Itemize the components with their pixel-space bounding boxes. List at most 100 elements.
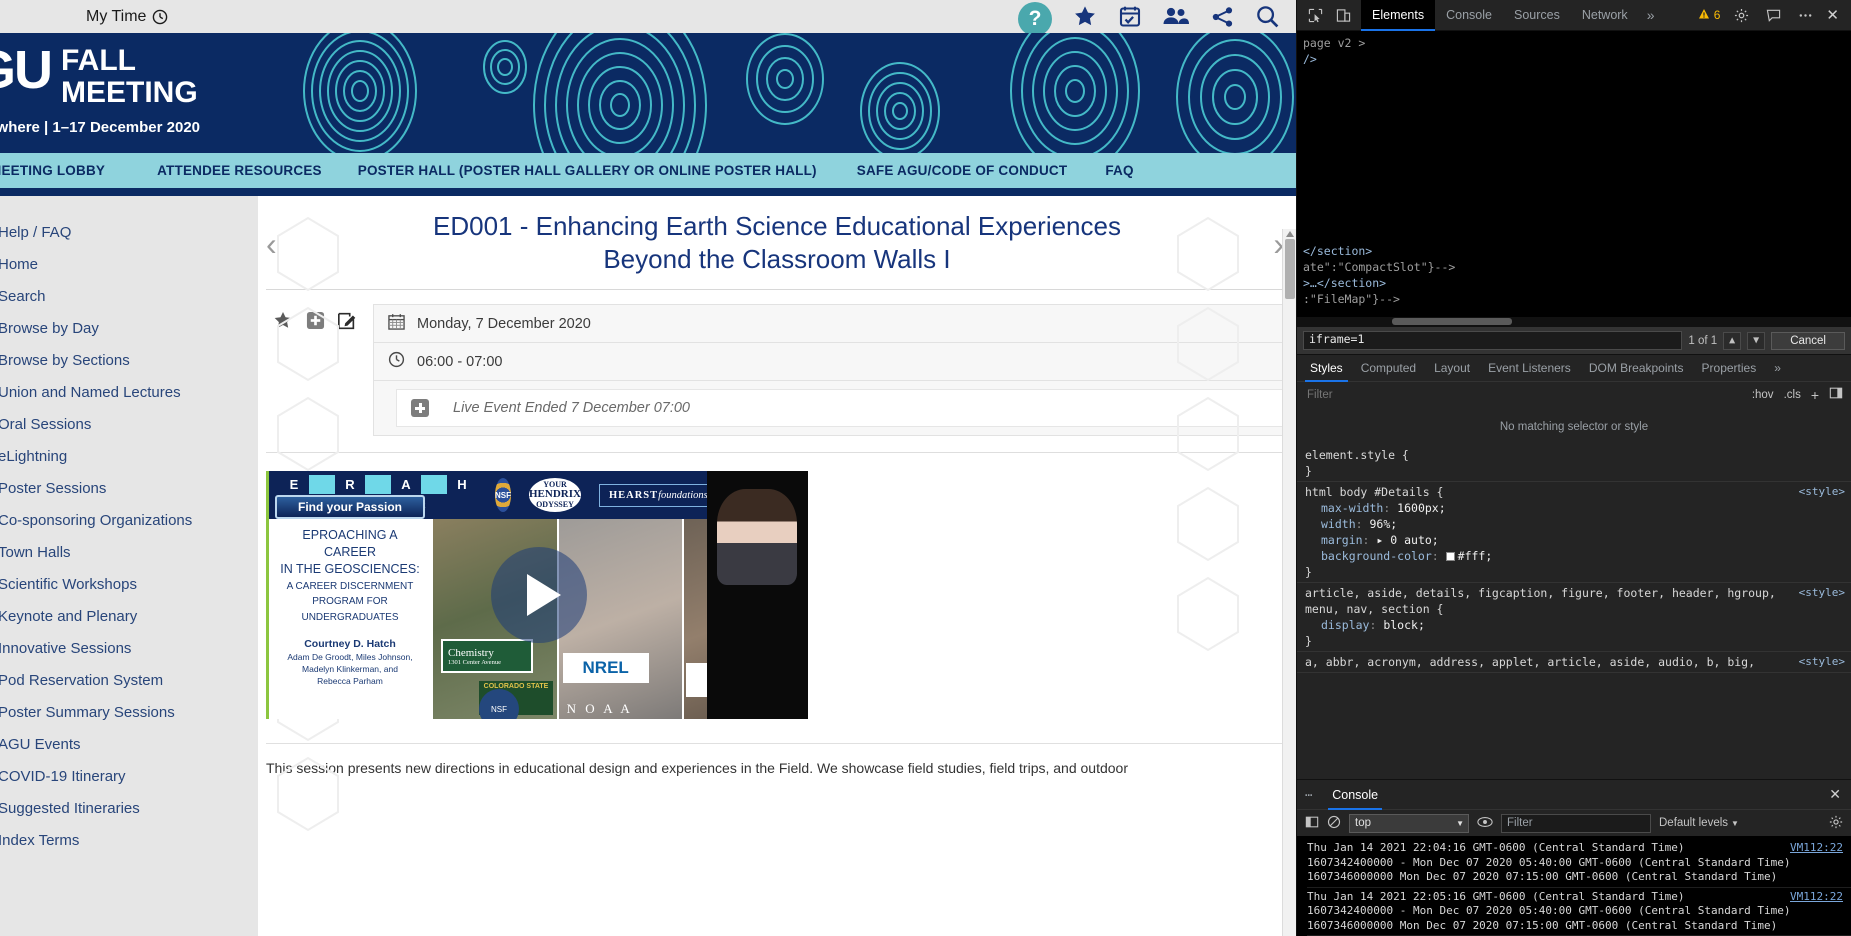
style-rule[interactable]: <style> a, abbr, acronym, address, apple… (1297, 652, 1851, 673)
itinerary-calendar-icon[interactable] (1118, 4, 1142, 29)
nav-item-faq[interactable]: FAQ (1105, 163, 1133, 178)
style-rule[interactable]: element.style { } (1297, 445, 1851, 482)
session-video-player[interactable]: E R A H P (266, 471, 808, 719)
sidebar-item-co-sponsoring-organizations[interactable]: Co-sponsoring Organizations (0, 504, 258, 536)
sidebar-item-help-faq[interactable]: Help / FAQ (0, 216, 258, 248)
console-settings-gear-icon[interactable] (1829, 815, 1843, 832)
styles-filter-input[interactable] (1305, 387, 1742, 402)
inspect-element-icon[interactable] (1301, 2, 1329, 28)
sidebar-item-poster-summary-sessions[interactable]: Poster Summary Sessions (0, 696, 258, 728)
add-to-itinerary-plus-icon[interactable] (306, 311, 325, 335)
console-message[interactable]: VM112:22 Thu Jan 14 2021 22:04:16 GMT-06… (1307, 839, 1851, 888)
settings-gear-icon[interactable] (1730, 2, 1752, 28)
sidebar-item-union-and-named-lectures[interactable]: Union and Named Lectures (0, 376, 258, 408)
nav-item-meeting-lobby[interactable]: MEETING LOBBY (0, 163, 105, 178)
help-icon[interactable]: ? (1018, 1, 1052, 36)
devtools-close-icon[interactable]: ✕ (1826, 6, 1841, 24)
scroll-up-arrow-icon[interactable] (1286, 231, 1294, 237)
sidebar-item-browse-by-day[interactable]: Browse by Day (0, 312, 258, 344)
live-expression-eye-icon[interactable] (1477, 815, 1493, 832)
sidebar-item-oral-sessions[interactable]: Oral Sessions (0, 408, 258, 440)
clear-console-icon[interactable] (1327, 815, 1341, 832)
console-sidebar-toggle-icon[interactable] (1305, 815, 1319, 832)
dom-search-next-icon[interactable]: ▼ (1747, 331, 1766, 350)
search-icon[interactable] (1255, 4, 1280, 29)
style-declaration[interactable]: margin: ▸ 0 auto; (1305, 532, 1851, 548)
style-rule-source[interactable]: <style> (1799, 654, 1845, 670)
console-message[interactable]: VM112:22 Thu Jan 14 2021 22:05:16 GMT-06… (1307, 888, 1851, 936)
style-rule-source[interactable]: <style> (1799, 484, 1845, 500)
drawer-tab-console[interactable]: Console (1322, 780, 1388, 810)
sidebar-item-innovative-sessions[interactable]: Innovative Sessions (0, 632, 258, 664)
my-time-toggle[interactable]: My Time (86, 8, 168, 26)
devtools-more-options-icon[interactable] (1794, 2, 1816, 28)
drawer-close-icon[interactable]: ✕ (1829, 786, 1851, 803)
drawer-more-tabs-icon[interactable]: ⋯ (1305, 788, 1320, 802)
share-icon[interactable] (1210, 5, 1235, 29)
style-declaration[interactable]: max-width: 1600px; (1305, 500, 1851, 516)
element-classes-cls-button[interactable]: .cls (1784, 389, 1801, 401)
warning-count-badge[interactable]: 6 (1698, 8, 1720, 23)
dom-search-input[interactable]: iframe=1 (1303, 331, 1683, 350)
previous-session-arrow[interactable]: ‹ (266, 226, 277, 263)
console-log-levels-select[interactable]: Default levels ▼ (1659, 817, 1739, 829)
tab-event-listeners[interactable]: Event Listeners (1479, 355, 1580, 382)
sidebar-item-scientific-workshops[interactable]: Scientific Workshops (0, 568, 258, 600)
sidebar-item-agu-events[interactable]: AGU Events (0, 728, 258, 760)
styles-rules-list[interactable]: No matching selector or style element.st… (1297, 407, 1851, 779)
tab-styles[interactable]: Styles (1301, 355, 1352, 382)
tab-layout[interactable]: Layout (1425, 355, 1479, 382)
dom-search-cancel-button[interactable]: Cancel (1771, 331, 1845, 350)
sidebar-item-poster-sessions[interactable]: Poster Sessions (0, 472, 258, 504)
tab-elements[interactable]: Elements (1361, 0, 1436, 31)
tab-sources[interactable]: Sources (1503, 0, 1571, 31)
nav-item-safe-agu[interactable]: SAFE AGU/CODE OF CONDUCT (857, 163, 1068, 178)
new-style-rule-button[interactable]: + (1811, 387, 1819, 403)
tab-dom-breakpoints[interactable]: DOM Breakpoints (1580, 355, 1693, 382)
sidebar-item-browse-by-sections[interactable]: Browse by Sections (0, 344, 258, 376)
dom-search-prev-icon[interactable]: ▲ (1723, 331, 1742, 350)
tab-network[interactable]: Network (1571, 0, 1639, 31)
force-state-hov-button[interactable]: :hov (1752, 389, 1774, 401)
style-rule[interactable]: <style> article, aside, details, figcapt… (1297, 583, 1851, 652)
console-source-link[interactable]: VM112:22 (1790, 890, 1843, 905)
scrollbar-thumb[interactable] (1392, 318, 1512, 325)
devtools-feedback-icon[interactable] (1762, 2, 1784, 28)
nav-item-attendee-resources[interactable]: ATTENDEE RESOURCES (157, 163, 322, 178)
more-tabs-icon[interactable]: » (1639, 7, 1663, 23)
sidebar-item-search[interactable]: Search (0, 280, 258, 312)
add-to-favorites-star-icon[interactable] (272, 310, 294, 336)
edit-note-icon[interactable] (337, 311, 357, 336)
sidebar-item-elightning[interactable]: eLightning (0, 440, 258, 472)
attendees-people-icon[interactable] (1162, 4, 1190, 29)
page-scrollbar[interactable] (1282, 229, 1296, 936)
sidebar-item-town-halls[interactable]: Town Halls (0, 536, 258, 568)
console-message-list[interactable]: VM112:22 Thu Jan 14 2021 22:04:16 GMT-06… (1297, 836, 1851, 936)
console-filter-input[interactable]: Filter (1501, 813, 1651, 833)
console-context-select[interactable]: top ▼ (1349, 813, 1469, 833)
sidebar-item-home[interactable]: Home (0, 248, 258, 280)
style-declaration[interactable]: display: block; (1305, 617, 1851, 633)
sidebar-item-covid-19-itinerary[interactable]: COVID-19 Itinerary (0, 760, 258, 792)
style-rule[interactable]: <style> html body #Details { max-width: … (1297, 482, 1851, 583)
computed-sidebar-toggle-icon[interactable] (1829, 386, 1843, 403)
tab-computed[interactable]: Computed (1352, 355, 1425, 382)
color-swatch[interactable] (1445, 552, 1455, 561)
sidebar-item-index-terms[interactable]: Index Terms (0, 824, 258, 856)
style-declaration[interactable]: width: 96%; (1305, 516, 1851, 532)
favorites-star-icon[interactable] (1072, 4, 1098, 29)
style-declaration[interactable]: background-color: #fff; (1305, 548, 1851, 564)
sidebar-item-keynote-and-plenary[interactable]: Keynote and Plenary (0, 600, 258, 632)
console-source-link[interactable]: VM112:22 (1790, 841, 1843, 856)
sidebar-item-suggested-itineraries[interactable]: Suggested Itineraries (0, 792, 258, 824)
elements-dom-tree[interactable]: page v2 > /> </section> ate":"CompactSlo… (1297, 31, 1851, 326)
styles-more-tabs-icon[interactable]: » (1765, 355, 1790, 382)
sidebar-item-pod-reservation-system[interactable]: Pod Reservation System (0, 664, 258, 696)
style-rule-source[interactable]: <style> (1799, 585, 1845, 601)
scrollbar-thumb[interactable] (1285, 239, 1295, 299)
tab-properties[interactable]: Properties (1693, 355, 1766, 382)
expand-plus-icon[interactable] (411, 399, 429, 417)
tab-console[interactable]: Console (1435, 0, 1503, 31)
device-toolbar-icon[interactable] (1329, 2, 1357, 28)
video-play-button[interactable] (490, 547, 587, 643)
